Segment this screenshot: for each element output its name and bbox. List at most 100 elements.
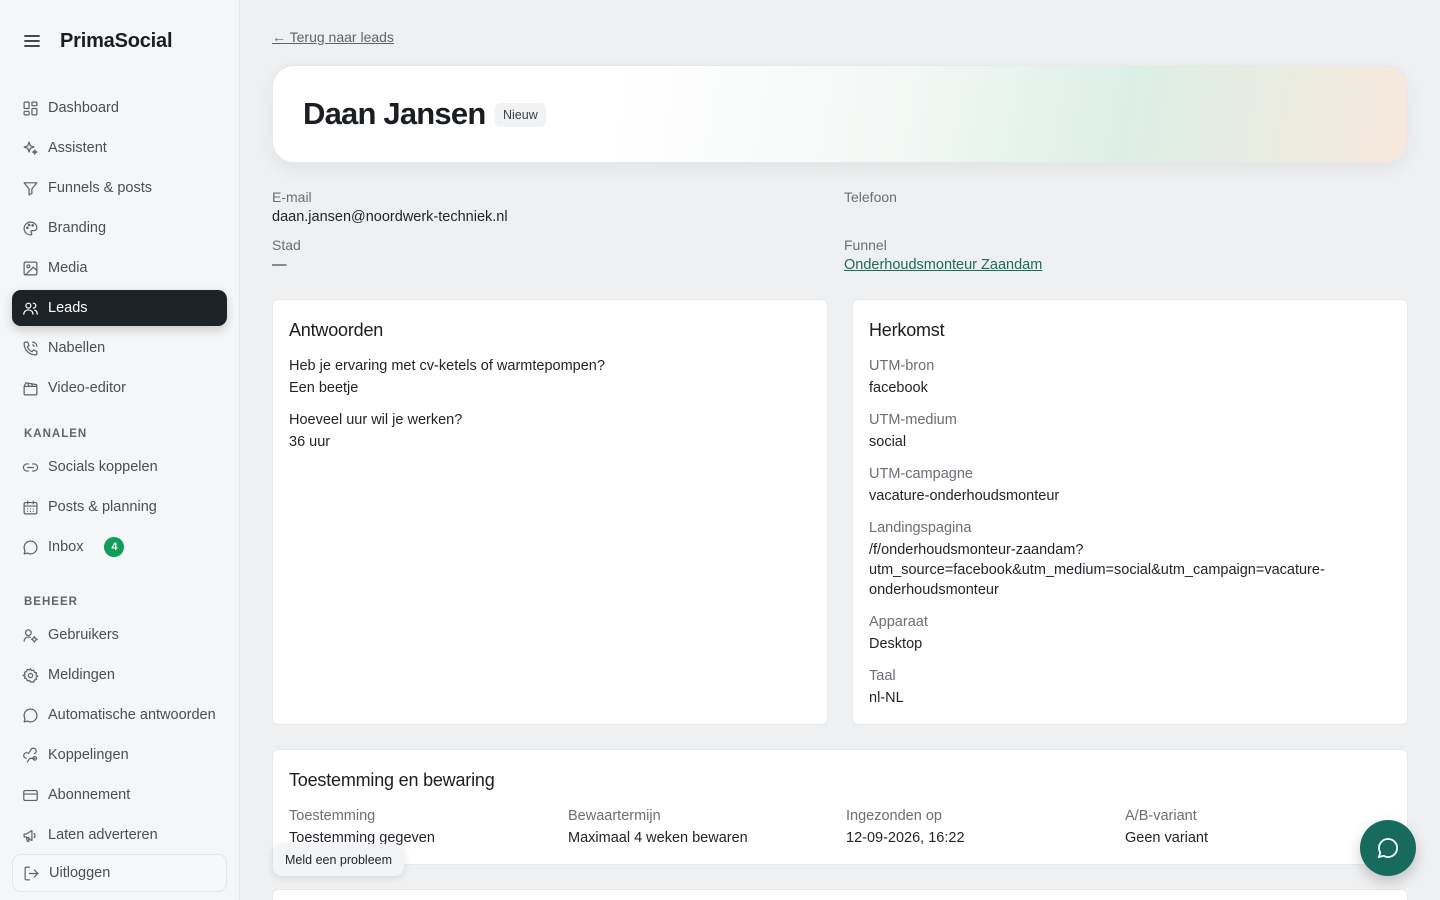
logout-icon [24, 866, 39, 880]
consent-label: Toestemming [289, 808, 376, 824]
sidebar-item-label: Funnels & posts [48, 180, 152, 196]
sidebar-item-dashboard[interactable]: Dashboard [12, 90, 227, 126]
logout-button[interactable]: Uitloggen [12, 854, 227, 892]
section-title-beheer: BEHEER [24, 596, 78, 608]
utm-medium-label: UTM-medium [869, 412, 957, 428]
sidebar-item-label: Leads [48, 300, 88, 316]
main-nav: Dashboard Assistent Funnels & posts Bran… [12, 90, 227, 857]
calendar-icon [23, 500, 38, 514]
sidebar-item-automatische-antwoorden[interactable]: Automatische antwoorden [12, 697, 227, 733]
sidebar-item-funnels[interactable]: Funnels & posts [12, 170, 227, 206]
sidebar-item-nabellen[interactable]: Nabellen [12, 330, 227, 366]
webhook-icon [23, 747, 38, 763]
utm-source-label: UTM-bron [869, 358, 935, 374]
landing-page-line: /f/onderhoudsmonteur-zaandam? [869, 542, 1084, 558]
sidebar-item-label: Socials koppelen [48, 459, 158, 475]
landing-page-value: /f/onderhoudsmonteur-zaandam? utm_source… [869, 540, 1325, 600]
chat-bubble-icon [23, 540, 38, 554]
clapperboard-icon [23, 381, 38, 395]
sidebar: PrimaSocial Dashboard Assistent Funnels … [0, 0, 240, 900]
phone-icon [23, 341, 38, 355]
back-to-leads-link[interactable]: ← Terug naar leads [272, 29, 394, 45]
landing-page-line: onderhoudsmonteur [869, 582, 999, 598]
sidebar-item-label: Posts & planning [48, 499, 157, 515]
sidebar-item-branding[interactable]: Branding [12, 210, 227, 246]
landing-page-line: utm_source=facebook&utm_medium=social&ut… [869, 562, 1325, 578]
users-icon [23, 302, 38, 315]
sidebar-item-label: Video-editor [48, 380, 126, 396]
sidebar-item-media[interactable]: Media [12, 250, 227, 286]
sidebar-item-label: Automatische antwoorden [48, 707, 216, 723]
sidebar-item-label: Inbox [48, 539, 84, 555]
lead-name: Daan Jansen [303, 96, 486, 131]
phone-label: Telefoon [844, 189, 897, 205]
sidebar-item-label: Abonnement [48, 787, 131, 803]
funnel-icon [23, 181, 38, 195]
utm-campaign-label: UTM-campagne [869, 466, 973, 482]
origin-title: Herkomst [869, 320, 945, 340]
submitted-label: Ingezonden op [846, 808, 942, 824]
palette-icon [23, 221, 38, 235]
funnel-link[interactable]: Onderhoudsmonteur Zaandam [844, 257, 1042, 273]
ab-variant-value: Geen variant [1125, 830, 1209, 846]
next-card [272, 889, 1408, 900]
sidebar-item-laten-adverteren[interactable]: Laten adverteren [12, 817, 227, 853]
sidebar-item-label: Branding [48, 220, 107, 236]
sidebar-item-label: Nabellen [48, 340, 106, 356]
sidebar-item-inbox[interactable]: Inbox 4 [12, 529, 227, 565]
city-label: Stad [272, 237, 301, 253]
consent-title: Toestemming en bewaring [289, 770, 495, 790]
brand: PrimaSocial [24, 29, 173, 53]
utm-source-value: facebook [869, 380, 928, 396]
sidebar-item-abonnement[interactable]: Abonnement [12, 777, 227, 813]
email-label: E-mail [272, 189, 312, 205]
answers-title: Antwoorden [289, 320, 384, 340]
consent-card: Toestemming en bewaring Toestemming Toes… [272, 749, 1408, 865]
sidebar-item-label: Dashboard [48, 100, 119, 116]
device-value: Desktop [869, 636, 923, 652]
submitted-value: 12-09-2026, 16:22 [846, 830, 965, 846]
link-icon [22, 462, 39, 472]
sidebar-item-leads[interactable]: Leads [12, 290, 227, 326]
logout-label: Uitloggen [49, 865, 111, 881]
sidebar-item-meldingen[interactable]: Meldingen [12, 657, 227, 693]
sidebar-item-posts-planning[interactable]: Posts & planning [12, 489, 227, 525]
answer-text: Een beetje [289, 380, 359, 396]
sidebar-item-label: Koppelingen [48, 747, 129, 763]
sidebar-item-koppelingen[interactable]: Koppelingen [12, 737, 227, 773]
sidebar-item-video-editor[interactable]: Video-editor [12, 370, 227, 406]
utm-medium-value: social [869, 434, 907, 450]
megaphone-icon [23, 829, 36, 842]
language-label: Taal [869, 668, 896, 684]
sidebar-item-label: Laten adverteren [48, 827, 158, 843]
sidebar-item-gebruikers[interactable]: Gebruikers [12, 617, 227, 653]
chat-button[interactable] [1360, 820, 1416, 876]
report-problem-button[interactable]: Meld een probleem [273, 844, 405, 876]
funnel-label: Funnel [844, 237, 887, 253]
sidebar-item-label: Assistent [48, 140, 107, 156]
answers-card: Antwoorden Heb je ervaring met cv-ketels… [272, 299, 828, 725]
sidebar-item-label: Media [48, 260, 88, 276]
language-value: nl-NL [869, 690, 904, 706]
gear-icon [22, 667, 39, 683]
status-badge: Nieuw [495, 103, 546, 127]
landing-page-label: Landingspagina [869, 520, 972, 536]
question-text: Heb je ervaring met cv-ketels of warmtep… [289, 358, 605, 374]
app-name: PrimaSocial [60, 29, 173, 52]
origin-card: Herkomst UTM-bron facebook UTM-medium so… [852, 299, 1408, 725]
grid-icon [23, 101, 38, 115]
retention-label: Bewaartermijn [568, 808, 661, 824]
hamburger-menu-icon[interactable] [24, 29, 42, 53]
sidebar-item-socials-koppelen[interactable]: Socials koppelen [12, 449, 227, 485]
answer-item: Heb je ervaring met cv-ketels of warmtep… [289, 355, 605, 399]
section-title-kanalen: KANALEN [24, 428, 88, 440]
lead-header: Daan Jansen Nieuw [272, 65, 1408, 163]
inbox-count-badge: 4 [104, 537, 125, 557]
ab-variant-label: A/B-variant [1125, 808, 1197, 824]
sidebar-item-label: Meldingen [48, 667, 115, 683]
retention-value: Maximaal 4 weken bewaren [568, 830, 748, 846]
question-text: Hoeveel uur wil je werken? [289, 412, 463, 428]
sidebar-item-assistent[interactable]: Assistent [12, 130, 227, 166]
chat-bubble-icon [23, 708, 38, 722]
user-gear-icon [23, 628, 38, 643]
